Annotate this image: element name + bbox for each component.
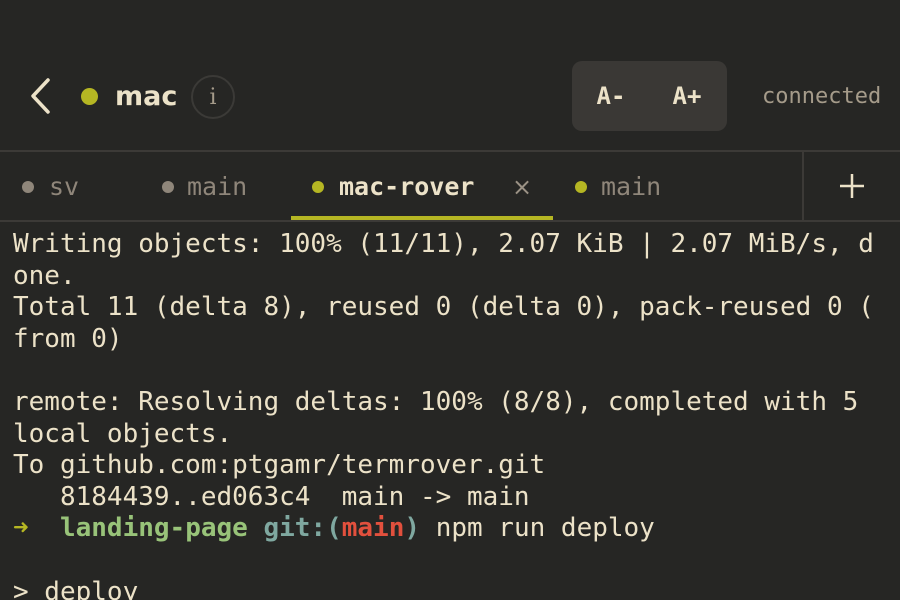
status-dot-icon [81,88,98,105]
plus-icon [840,174,864,198]
tab-bar: sv main mac-rover × main [0,150,900,222]
terminal-line: local objects. [13,418,233,449]
tab-label: mac-rover [339,172,475,201]
prompt-command: npm run deploy [435,513,655,544]
prompt-arrow-icon: ➜ [13,513,29,544]
back-button[interactable] [22,74,58,118]
tab-status-dot [575,181,587,193]
terminal-line: > deploy [13,576,139,600]
prompt-directory: landing-page [59,513,248,544]
terminal-line: 8184439..ed063c4 main -> main [13,481,530,512]
prompt-git-prefix: git:( [263,513,342,544]
close-tab-button[interactable]: × [512,170,532,204]
header-bar: mac i A- A+ connected [0,0,900,150]
tab-label: sv [49,172,80,201]
tab-main[interactable]: main [140,152,290,220]
terminal-line: one. [13,260,76,291]
tab-mac-rover[interactable]: mac-rover × [291,152,553,220]
active-tab-indicator [291,216,553,220]
info-icon: i [209,84,217,110]
prompt-branch: main [341,513,405,544]
prompt-git-suffix: ) [404,513,421,544]
terminal-line: Writing objects: 100% (11/11), 2.07 KiB … [13,229,874,259]
font-decrease-button[interactable]: A- [582,61,640,131]
terminal-app: mac i A- A+ connected sv main mac-rover … [0,0,900,600]
terminal-line: remote: Resolving deltas: 100% (8/8), co… [13,386,859,417]
chevron-left-icon [31,78,50,114]
connection-status: connected [762,84,882,109]
terminal-line: To github.com:ptgamr/termrover.git [13,450,546,481]
font-increase-button[interactable]: A+ [658,61,716,131]
prompt-line: ➜ landing-page git:(main) npm run deploy [13,513,900,545]
host-name: mac [115,81,178,112]
tab-status-dot [22,181,34,193]
tab-status-dot [162,181,174,193]
tab-main-2[interactable]: main [553,152,802,220]
terminal-line: from 0) [13,323,123,354]
tab-label: main [601,172,662,201]
info-button[interactable]: i [191,75,235,119]
tab-status-dot [312,181,324,193]
tab-sv[interactable]: sv [0,152,140,220]
tab-label: main [187,172,248,201]
font-size-controls: A- A+ [572,61,727,131]
new-tab-button[interactable] [804,152,900,220]
terminal-output[interactable]: Writing objects: 100% (11/11), 2.07 KiB … [0,222,900,600]
terminal-line: Total 11 (delta 8), reused 0 (delta 0), … [13,292,874,323]
